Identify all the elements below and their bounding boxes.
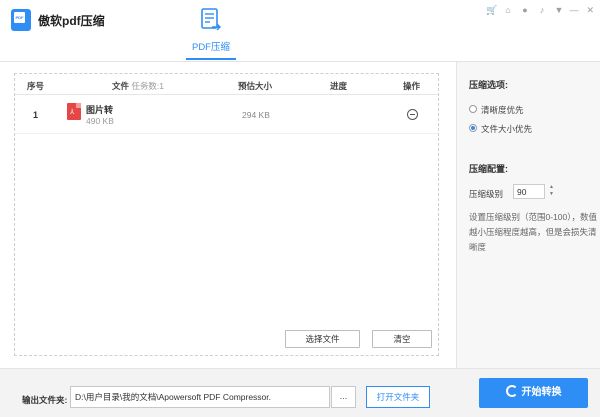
refresh-icon: [505, 385, 518, 397]
dropdown-icon[interactable]: ▼: [554, 5, 564, 15]
start-convert-button[interactable]: 开始转换: [479, 378, 588, 408]
file-size: 490 KB: [86, 116, 114, 126]
col-progress-header: 进度: [330, 81, 348, 91]
col-file-label: 文件: [112, 81, 130, 91]
col-index-header: 序号: [27, 81, 45, 91]
notification-icon[interactable]: ♪: [537, 5, 547, 15]
row-index: 1: [33, 110, 39, 120]
options-panel: 压缩选项: 清晰度优先 文件大小优先 压缩配置: 压缩级别 ▲▼ 设置压缩级别（…: [456, 62, 600, 368]
home-icon[interactable]: ⌂: [503, 5, 513, 15]
app-logo-icon: PDF: [11, 9, 31, 31]
output-path-field[interactable]: [70, 386, 330, 408]
user-icon[interactable]: ●: [520, 5, 530, 15]
col-action-header: 操作: [403, 81, 421, 91]
file-name: 图片转: [86, 105, 114, 115]
compress-options-title: 压缩选项:: [469, 80, 508, 90]
output-bar: 输出文件夹: ... 打开文件夹 开始转换: [0, 368, 600, 417]
radio-size-priority[interactable]: [469, 124, 477, 132]
clear-button[interactable]: 清空: [372, 330, 432, 348]
pdf-file-icon: ⅄: [67, 103, 81, 120]
output-folder-label: 输出文件夹:: [22, 395, 68, 405]
close-icon[interactable]: ✕: [586, 5, 594, 16]
window-controls: — ✕: [569, 5, 594, 16]
compress-level-description: 设置压缩级别（范围0-100），数值越小压缩程度越高，但是会损失清晰度: [469, 212, 597, 252]
task-count: 任务数:1: [131, 81, 164, 91]
compress-level-input[interactable]: [513, 184, 545, 199]
select-files-button[interactable]: 选择文件: [285, 330, 360, 348]
compress-level-label: 压缩级别: [469, 189, 504, 199]
app-header: PDF 傲软pdf压缩 PDF压缩 🛒 ⌂ ● ♪ ▼ — ✕: [0, 0, 600, 62]
tab-label: PDF压缩: [191, 42, 230, 53]
radio-clarity-priority[interactable]: [469, 105, 477, 113]
col-estimated-header: 预估大小: [238, 81, 273, 91]
logo-pdf-label: PDF: [14, 12, 25, 23]
app-title: 傲软pdf压缩: [38, 14, 105, 28]
tab-pdf-compress[interactable]: PDF压缩: [178, 6, 244, 62]
estimated-size: 294 KB: [242, 110, 270, 120]
col-file-header: 文件 任务数:1: [112, 80, 164, 92]
remove-file-icon[interactable]: [407, 109, 418, 120]
level-stepper-icon[interactable]: ▲ ▼: [549, 184, 555, 199]
table-row[interactable]: 1 ⅄ 图片转 490 KB 294 KB: [15, 96, 438, 134]
start-convert-label: 开始转换: [521, 387, 562, 398]
cart-icon[interactable]: 🛒: [486, 5, 497, 15]
radio-clarity-label: 清晰度优先: [481, 105, 524, 115]
minimize-icon[interactable]: —: [569, 5, 578, 16]
open-folder-button[interactable]: 打开文件夹: [366, 386, 430, 408]
compress-config-title: 压缩配置:: [469, 164, 508, 174]
table-header: 序号 文件 任务数:1 预估大小 进度 操作: [15, 74, 438, 95]
browse-button[interactable]: ...: [331, 386, 356, 408]
radio-size-label: 文件大小优先: [481, 124, 533, 134]
pdf-compress-icon: [201, 8, 221, 31]
tab-active-indicator: [186, 58, 236, 60]
header-toolbar: 🛒 ⌂ ● ♪ ▼: [486, 5, 564, 15]
file-list-panel[interactable]: 序号 文件 任务数:1 预估大小 进度 操作 1 ⅄ 图片转 490 KB 29…: [14, 73, 439, 356]
